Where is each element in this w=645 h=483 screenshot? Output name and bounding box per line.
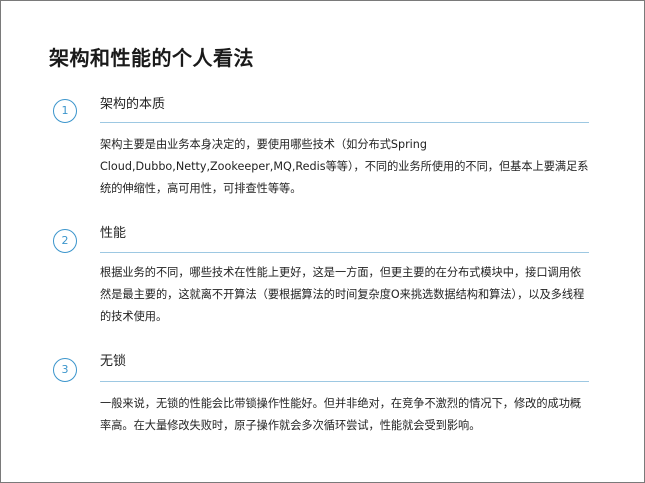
page-title: 架构和性能的个人看法 [49,46,254,70]
section-number-badge: 3 [53,358,77,382]
section-body: 架构主要是由业务本身决定的，要使用哪些技术（如分布式Spring Cloud,D… [100,138,589,195]
section-divider [100,252,589,253]
slide-page: 架构和性能的个人看法 1 架构的本质 架构主要是由业务本身决定的，要使用哪些技术… [0,0,645,483]
section-number-badge: 2 [53,229,77,253]
section-body: 根据业务的不同，哪些技术在性能上更好，这是一方面，但更主要的在分布式模块中，接口… [100,266,585,323]
section-heading: 架构的本质 [100,97,166,112]
section-divider [100,122,589,123]
section-divider [100,381,589,382]
section-heading: 无锁 [100,354,127,369]
section-heading: 性能 [100,226,127,241]
section-body: 一般来说，无锁的性能会比带锁操作性能好。但并非绝对，在竞争不激烈的情况下，修改的… [100,397,582,432]
section-number-badge: 1 [53,99,77,123]
